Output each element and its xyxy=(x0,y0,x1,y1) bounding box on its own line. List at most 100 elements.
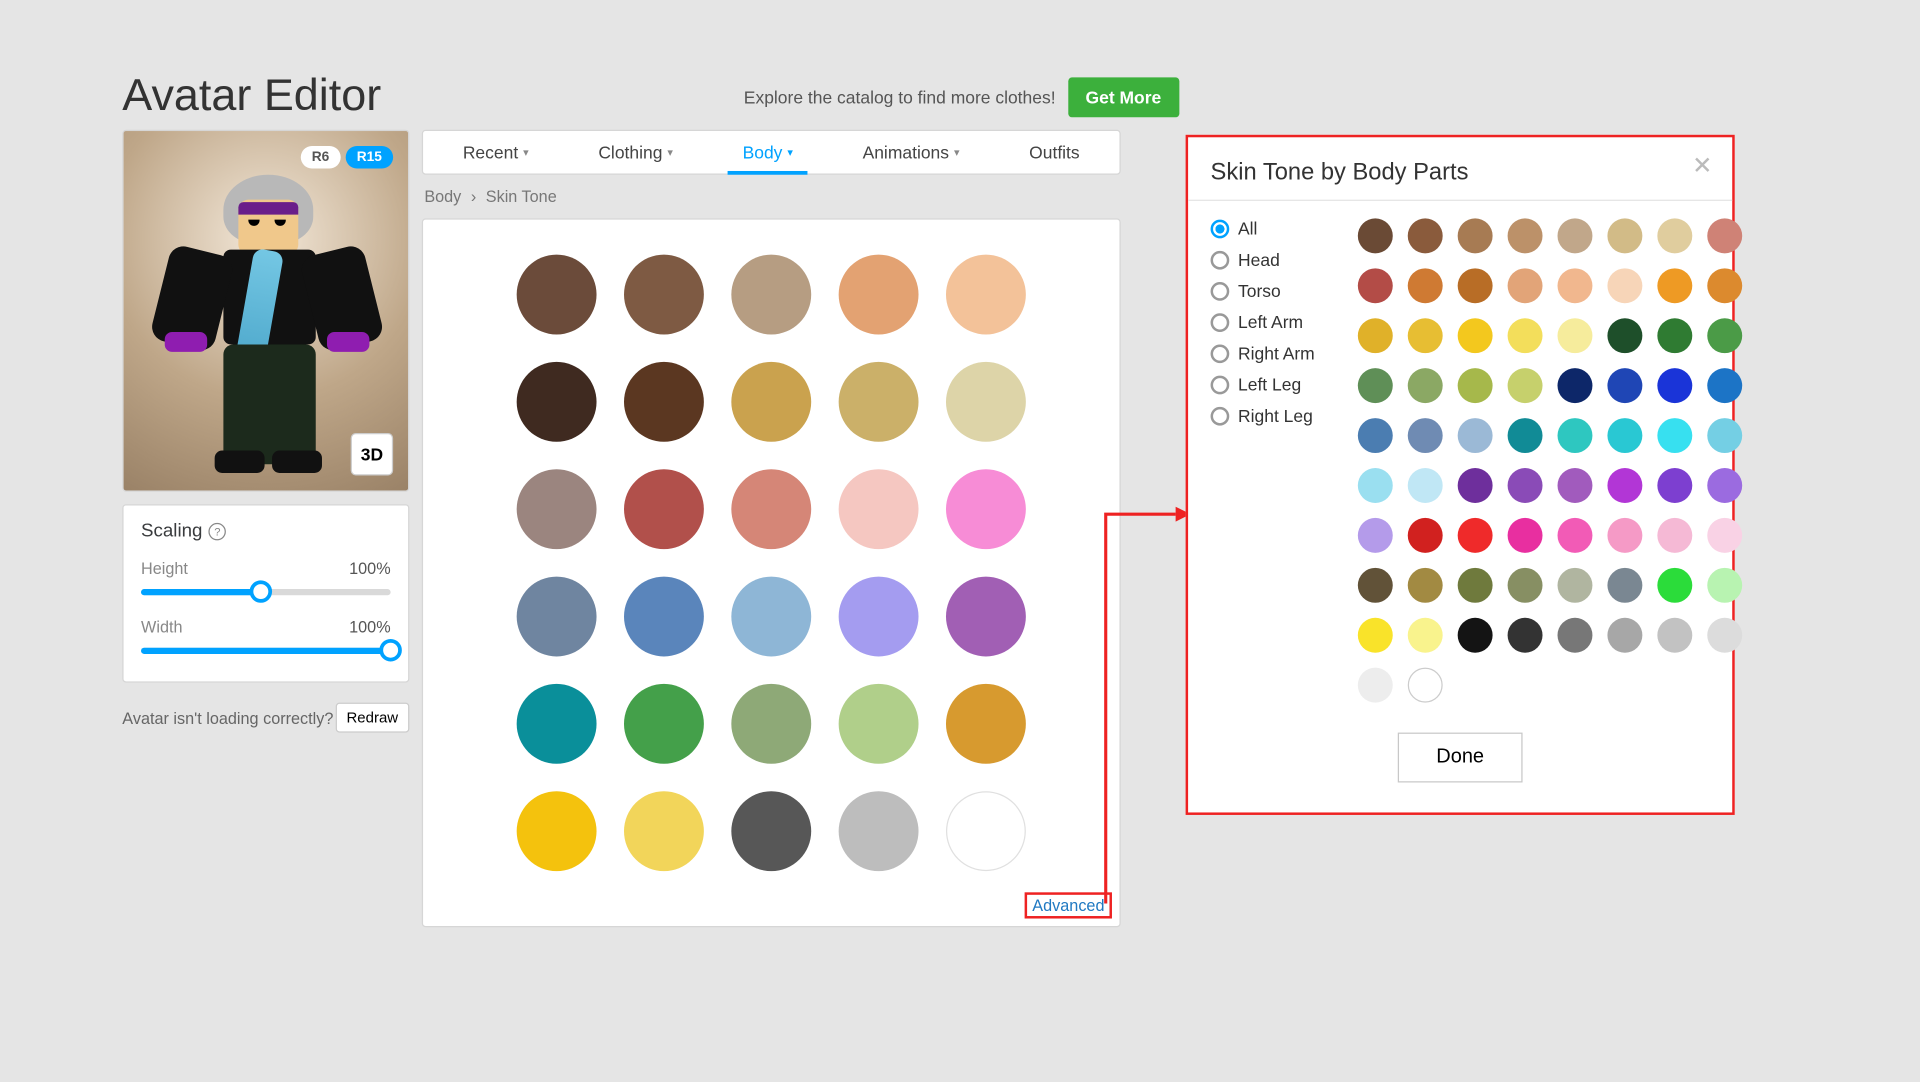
body-part-radio-head[interactable]: Head xyxy=(1211,250,1336,270)
dialog-color-swatch[interactable] xyxy=(1707,618,1742,653)
dialog-color-swatch[interactable] xyxy=(1657,318,1692,353)
dialog-color-swatch[interactable] xyxy=(1458,618,1493,653)
skin-tone-swatch[interactable] xyxy=(839,469,919,549)
dialog-color-swatch-none[interactable] xyxy=(1408,668,1443,703)
skin-tone-swatch[interactable] xyxy=(624,362,704,442)
dialog-color-swatch[interactable] xyxy=(1707,218,1742,253)
dialog-color-swatch[interactable] xyxy=(1508,268,1543,303)
dialog-color-swatch[interactable] xyxy=(1607,368,1642,403)
body-part-radio-torso[interactable]: Torso xyxy=(1211,281,1336,301)
dialog-color-swatch[interactable] xyxy=(1707,368,1742,403)
rig-r15-pill[interactable]: R15 xyxy=(345,146,393,168)
body-part-radio-all[interactable]: All xyxy=(1211,218,1336,238)
skin-tone-swatch[interactable] xyxy=(517,362,597,442)
skin-tone-swatch[interactable] xyxy=(731,362,811,442)
dialog-color-swatch[interactable] xyxy=(1657,218,1692,253)
tab-outfits[interactable]: Outfits xyxy=(1019,131,1089,173)
dialog-color-swatch[interactable] xyxy=(1607,268,1642,303)
dialog-color-swatch[interactable] xyxy=(1657,418,1692,453)
skin-tone-swatch[interactable] xyxy=(946,684,1026,764)
dialog-color-swatch[interactable] xyxy=(1408,468,1443,503)
skin-tone-swatch[interactable] xyxy=(946,362,1026,442)
dialog-color-swatch[interactable] xyxy=(1358,318,1393,353)
skin-tone-swatch[interactable] xyxy=(624,684,704,764)
dialog-color-swatch[interactable] xyxy=(1707,318,1742,353)
get-more-button[interactable]: Get More xyxy=(1068,77,1179,117)
dialog-color-swatch[interactable] xyxy=(1707,518,1742,553)
dialog-color-swatch[interactable] xyxy=(1508,368,1543,403)
dialog-color-swatch[interactable] xyxy=(1458,518,1493,553)
skin-tone-swatch[interactable] xyxy=(946,791,1026,871)
skin-tone-swatch[interactable] xyxy=(731,255,811,335)
dialog-color-swatch[interactable] xyxy=(1408,268,1443,303)
dialog-color-swatch[interactable] xyxy=(1508,518,1543,553)
dialog-color-swatch[interactable] xyxy=(1558,318,1593,353)
dialog-color-swatch[interactable] xyxy=(1657,568,1692,603)
skin-tone-swatch[interactable] xyxy=(839,791,919,871)
dialog-color-swatch[interactable] xyxy=(1358,518,1393,553)
dialog-color-swatch[interactable] xyxy=(1558,518,1593,553)
dialog-color-swatch[interactable] xyxy=(1408,368,1443,403)
skin-tone-swatch[interactable] xyxy=(517,791,597,871)
tab-body[interactable]: Body▾ xyxy=(733,131,803,173)
dialog-color-swatch[interactable] xyxy=(1408,418,1443,453)
height-slider[interactable] xyxy=(141,583,391,600)
skin-tone-swatch[interactable] xyxy=(517,255,597,335)
close-icon[interactable] xyxy=(1692,155,1712,181)
dialog-color-swatch[interactable] xyxy=(1358,268,1393,303)
toggle-3d-button[interactable]: 3D xyxy=(351,433,393,475)
tab-recent[interactable]: Recent▾ xyxy=(453,131,539,173)
dialog-color-swatch[interactable] xyxy=(1508,218,1543,253)
dialog-color-swatch[interactable] xyxy=(1358,618,1393,653)
dialog-color-swatch[interactable] xyxy=(1558,268,1593,303)
dialog-color-swatch[interactable] xyxy=(1358,418,1393,453)
skin-tone-swatch[interactable] xyxy=(946,577,1026,657)
dialog-color-swatch[interactable] xyxy=(1558,618,1593,653)
dialog-color-swatch[interactable] xyxy=(1358,218,1393,253)
dialog-color-swatch[interactable] xyxy=(1458,368,1493,403)
dialog-color-swatch[interactable] xyxy=(1558,418,1593,453)
dialog-color-swatch[interactable] xyxy=(1657,268,1692,303)
dialog-color-swatch[interactable] xyxy=(1408,568,1443,603)
dialog-color-swatch[interactable] xyxy=(1458,318,1493,353)
dialog-color-swatch[interactable] xyxy=(1657,468,1692,503)
dialog-color-swatch[interactable] xyxy=(1558,468,1593,503)
dialog-color-swatch[interactable] xyxy=(1358,668,1393,703)
body-part-radio-left-arm[interactable]: Left Arm xyxy=(1211,312,1336,332)
dialog-color-swatch[interactable] xyxy=(1657,518,1692,553)
rig-r6-pill[interactable]: R6 xyxy=(300,146,340,168)
dialog-color-swatch[interactable] xyxy=(1607,218,1642,253)
dialog-color-swatch[interactable] xyxy=(1657,618,1692,653)
dialog-color-swatch[interactable] xyxy=(1707,418,1742,453)
dialog-color-swatch[interactable] xyxy=(1408,318,1443,353)
dialog-color-swatch[interactable] xyxy=(1707,468,1742,503)
dialog-color-swatch[interactable] xyxy=(1358,368,1393,403)
dialog-color-swatch[interactable] xyxy=(1458,568,1493,603)
dialog-color-swatch[interactable] xyxy=(1408,518,1443,553)
dialog-color-swatch[interactable] xyxy=(1408,218,1443,253)
skin-tone-swatch[interactable] xyxy=(946,255,1026,335)
breadcrumb-body[interactable]: Body xyxy=(424,187,461,206)
skin-tone-swatch[interactable] xyxy=(946,469,1026,549)
dialog-color-swatch[interactable] xyxy=(1458,268,1493,303)
dialog-color-swatch[interactable] xyxy=(1558,218,1593,253)
skin-tone-swatch[interactable] xyxy=(624,255,704,335)
dialog-color-swatch[interactable] xyxy=(1408,618,1443,653)
skin-tone-swatch[interactable] xyxy=(517,469,597,549)
dialog-color-swatch[interactable] xyxy=(1508,618,1543,653)
tab-clothing[interactable]: Clothing▾ xyxy=(588,131,683,173)
dialog-color-swatch[interactable] xyxy=(1358,468,1393,503)
dialog-color-swatch[interactable] xyxy=(1558,568,1593,603)
dialog-color-swatch[interactable] xyxy=(1508,568,1543,603)
dialog-color-swatch[interactable] xyxy=(1707,568,1742,603)
skin-tone-swatch[interactable] xyxy=(839,684,919,764)
skin-tone-swatch[interactable] xyxy=(731,469,811,549)
skin-tone-swatch[interactable] xyxy=(517,577,597,657)
advanced-link[interactable]: Advanced xyxy=(1025,892,1112,918)
info-icon[interactable]: ? xyxy=(209,522,226,539)
skin-tone-swatch[interactable] xyxy=(624,577,704,657)
dialog-color-swatch[interactable] xyxy=(1358,568,1393,603)
body-part-radio-right-arm[interactable]: Right Arm xyxy=(1211,343,1336,363)
dialog-color-swatch[interactable] xyxy=(1508,468,1543,503)
dialog-color-swatch[interactable] xyxy=(1508,418,1543,453)
